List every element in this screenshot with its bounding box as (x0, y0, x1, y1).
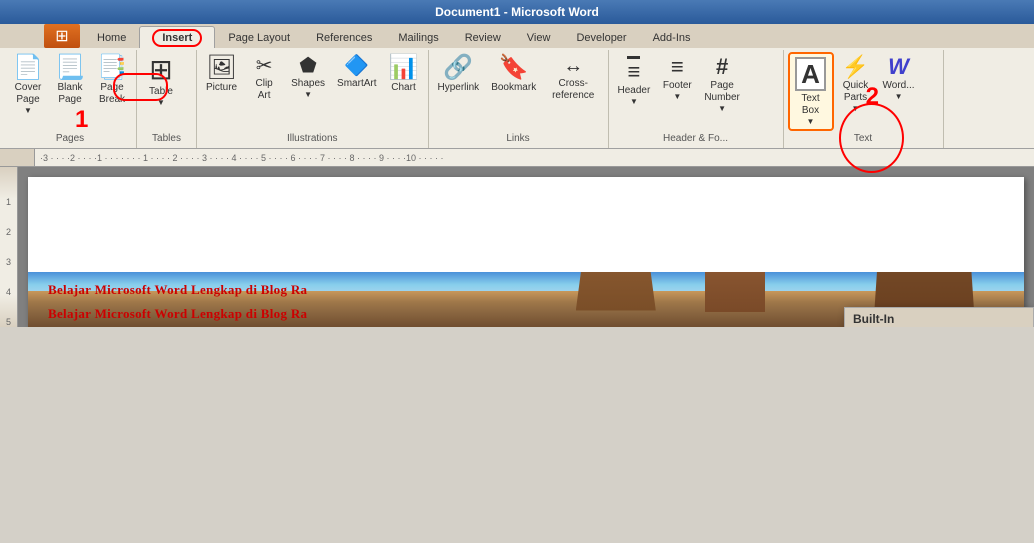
document-page: Belajar Microsoft Word Lengkap di Blog R… (28, 177, 1024, 327)
smart-art-icon: 🔷 (344, 56, 369, 76)
illustrations-group-label: Illustrations (201, 131, 424, 146)
tab-page-layout[interactable]: Page Layout (215, 26, 303, 48)
picture-icon: 🖼 (206, 56, 236, 80)
document-area: 12345 Belajar (0, 167, 1034, 327)
hf-group-label: Header & Fo... (613, 131, 779, 146)
word-art-button[interactable]: W Word... ▼ (878, 52, 920, 105)
clip-art-button[interactable]: ✂ ClipArt (244, 52, 284, 106)
tab-bar: ⊞ Home Insert Page Layout References Mai… (0, 24, 1034, 48)
tab-home[interactable]: Home (84, 26, 139, 48)
clip-art-label: ClipArt (256, 78, 273, 102)
cross-reference-label: Cross-reference (548, 78, 598, 102)
header-button[interactable]: ≡ Header ▼ (613, 52, 656, 110)
page-break-icon: 📑 (97, 56, 127, 80)
blank-page-button[interactable]: 📃 BlankPage (50, 52, 90, 110)
group-text: A TextBox ▼ ⚡ QuickParts ▼ W Word... ▼ (784, 50, 944, 148)
tab-insert[interactable]: Insert (139, 26, 215, 48)
bookmark-label: Bookmark (491, 82, 536, 94)
group-header-footer: ≡ Header ▼ ≡ Footer ▼ # PageNumber ▼ (609, 50, 784, 148)
cover-page-label: CoverPage (15, 82, 42, 106)
text-box-button[interactable]: A TextBox ▼ (788, 52, 834, 131)
shapes-label: Shapes (291, 78, 325, 90)
footer-label: Footer (663, 80, 692, 92)
word-art-icon: W (888, 56, 909, 78)
header-icon: ≡ (627, 56, 640, 83)
blank-page-label: BlankPage (57, 82, 82, 106)
hyperlink-button[interactable]: 🔗 Hyperlink (433, 52, 485, 98)
tab-mailings[interactable]: Mailings (385, 26, 451, 48)
hyperlink-label: Hyperlink (438, 82, 480, 94)
chart-label: Chart (391, 82, 415, 94)
picture-label: Picture (206, 82, 237, 94)
text-group-label: Text (788, 131, 939, 146)
quick-parts-icon: ⚡ (842, 56, 869, 78)
group-illustrations: 🖼 Picture ✂ ClipArt ⬟ Shapes ▼ 🔷 Sma (197, 50, 429, 148)
annotation-1: 1 (75, 106, 88, 134)
bookmark-button[interactable]: 🔖 Bookmark (486, 52, 541, 98)
chart-button[interactable]: 📊 Chart (384, 52, 424, 98)
clip-art-icon: ✂ (256, 56, 273, 76)
blank-page-icon: 📃 (55, 56, 85, 80)
hf-buttons: ≡ Header ▼ ≡ Footer ▼ # PageNumber ▼ (613, 52, 779, 131)
page-number-button[interactable]: # PageNumber ▼ (699, 52, 745, 117)
table-button[interactable]: ⊞ Table ▼ (141, 52, 181, 111)
pages-group-label: Pages (8, 131, 132, 146)
tab-references[interactable]: References (303, 26, 385, 48)
footer-button[interactable]: ≡ Footer ▼ (657, 52, 697, 105)
pages-buttons: 📄 CoverPage ▼ 📃 BlankPage 📑 PageBreak (8, 52, 132, 131)
hyperlink-icon: 🔗 (443, 56, 473, 80)
cross-reference-button[interactable]: ↔ Cross-reference (543, 52, 603, 106)
builtin-header: Built-In (845, 308, 1033, 327)
text-box-icon: A (795, 57, 826, 91)
tab-developer[interactable]: Developer (563, 26, 639, 48)
office-button[interactable]: ⊞ (44, 24, 80, 48)
ribbon: ⊞ Home Insert Page Layout References Mai… (0, 24, 1034, 149)
page-container: Belajar Microsoft Word Lengkap di Blog R… (18, 167, 1034, 327)
shapes-button[interactable]: ⬟ Shapes ▼ (286, 52, 330, 103)
text-box-label: TextBox (801, 93, 819, 117)
word-art-label: Word... (883, 80, 915, 92)
tables-group-label: Tables (141, 131, 192, 146)
cross-reference-icon: ↔ (563, 56, 583, 76)
page-text-area (28, 177, 1024, 272)
illustrations-buttons: 🖼 Picture ✂ ClipArt ⬟ Shapes ▼ 🔷 Sma (201, 52, 424, 131)
links-group-label: Links (433, 131, 604, 146)
title-text: Document1 - Microsoft Word (435, 5, 599, 19)
quick-parts-label: QuickParts (843, 80, 869, 104)
page-number-label: PageNumber (704, 80, 740, 104)
tab-view[interactable]: View (514, 26, 564, 48)
insert-circle-highlight: Insert (152, 29, 202, 47)
horizontal-ruler: ·3 · · · ·2 · · · ·1 · · · · · · · 1 · ·… (0, 149, 1034, 167)
page-break-button[interactable]: 📑 PageBreak (92, 52, 132, 110)
group-pages: 📄 CoverPage ▼ 📃 BlankPage 📑 PageBreak Pa… (4, 50, 137, 148)
page-wrapper: Belajar Microsoft Word Lengkap di Blog R… (18, 167, 1034, 327)
page-break-label: PageBreak (99, 82, 125, 106)
tab-review[interactable]: Review (452, 26, 514, 48)
links-buttons: 🔗 Hyperlink 🔖 Bookmark ↔ Cross-reference (433, 52, 604, 131)
cover-page-button[interactable]: 📄 CoverPage ▼ (8, 52, 48, 119)
annotation-2: 2 (866, 83, 879, 111)
page-text-line-1: Belajar Microsoft Word Lengkap di Blog R… (48, 282, 1024, 298)
title-bar: Document1 - Microsoft Word (0, 0, 1034, 24)
cover-page-icon: 📄 (13, 56, 43, 80)
text-buttons: A TextBox ▼ ⚡ QuickParts ▼ W Word... ▼ (788, 52, 939, 131)
vertical-ruler: 12345 (0, 167, 18, 327)
footer-icon: ≡ (671, 56, 684, 78)
chart-icon: 📊 (389, 56, 419, 80)
page-number-icon: # (716, 56, 728, 78)
smart-art-label: SmartArt (337, 78, 376, 90)
group-tables: ⊞ Table ▼ Tables (137, 50, 197, 148)
table-label: Table (149, 86, 173, 98)
header-label: Header (618, 85, 651, 97)
shapes-icon: ⬟ (299, 56, 316, 76)
group-links: 🔗 Hyperlink 🔖 Bookmark ↔ Cross-reference… (429, 50, 609, 148)
table-icon: ⊞ (149, 56, 172, 84)
tables-buttons: ⊞ Table ▼ (141, 52, 192, 131)
builtin-panel: Built-In Simple text box v...formatting … (844, 307, 1034, 327)
picture-button[interactable]: 🖼 Picture (201, 52, 242, 98)
bookmark-icon: 🔖 (499, 56, 529, 80)
tab-addins[interactable]: Add-Ins (640, 26, 704, 48)
smart-art-button[interactable]: 🔷 SmartArt (332, 52, 381, 94)
